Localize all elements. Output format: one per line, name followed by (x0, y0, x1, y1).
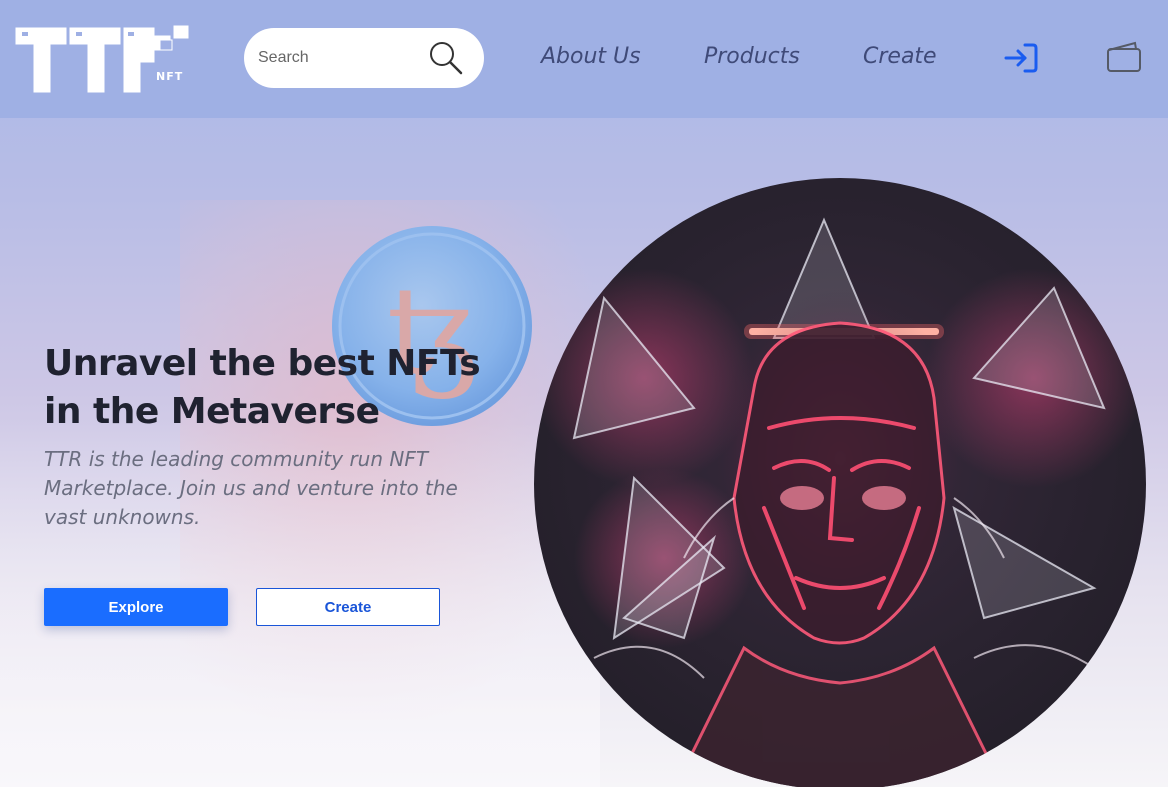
nav-products[interactable]: Products (704, 44, 800, 69)
wallet-icon[interactable] (1105, 40, 1143, 74)
hero-subtitle: TTR is the leading community run NFT Mar… (44, 447, 458, 529)
nav-create[interactable]: Create (863, 44, 937, 69)
explore-button[interactable]: Explore (44, 588, 228, 626)
hero-nft-image (534, 178, 1146, 787)
hero-title: Unravel the best NFTs in the Metaverse (44, 343, 481, 432)
logo-sub: NFT (156, 70, 184, 83)
nav-about-us[interactable]: About Us (541, 44, 641, 69)
logo[interactable]: NFT (14, 22, 190, 96)
search-input[interactable] (258, 49, 418, 67)
login-icon[interactable] (1003, 42, 1039, 74)
ttr-nft-logo-icon (15, 25, 189, 93)
create-button[interactable]: Create (256, 588, 440, 626)
search-bar[interactable] (244, 28, 484, 88)
search-icon[interactable] (428, 40, 464, 76)
site-header: NFT About Us Products Create (0, 0, 1168, 118)
